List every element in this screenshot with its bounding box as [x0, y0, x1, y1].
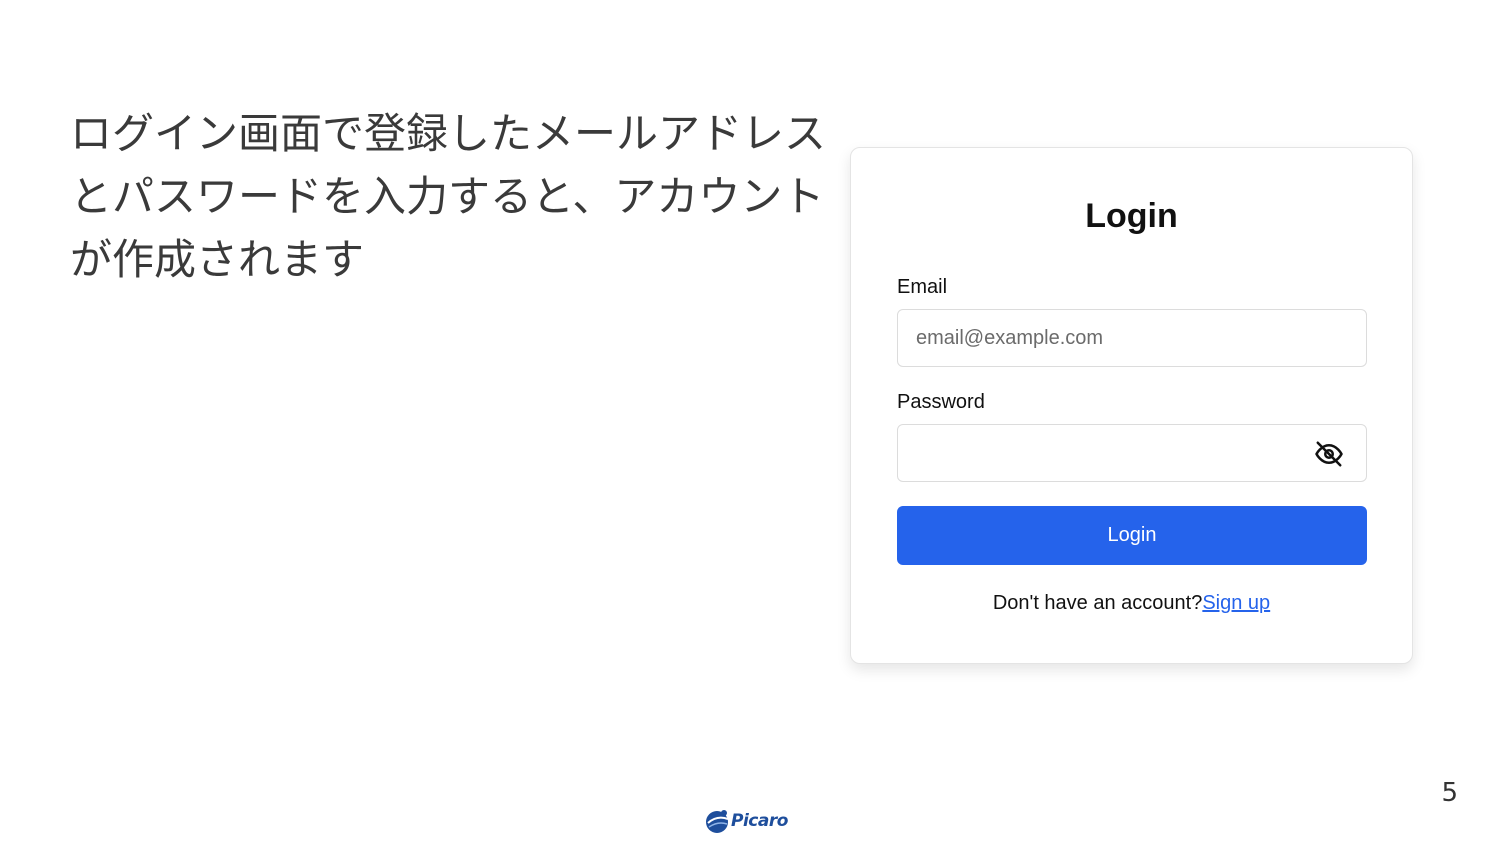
signup-link[interactable]: Sign up	[1202, 592, 1270, 614]
signup-row: Don't have an account?Sign up	[850, 590, 1413, 616]
signup-prompt: Don't have an account?	[992, 592, 1203, 614]
email-input[interactable]	[898, 310, 1366, 366]
globe-icon	[706, 810, 729, 833]
page-number: 5	[1441, 778, 1458, 808]
picaro-logo: Picaro	[704, 806, 799, 836]
slide-description: ログイン画面で登録したメールアドレスとパスワードを入力すると、アカウントが作成さ…	[70, 109, 827, 284]
login-title: Login	[1085, 197, 1178, 235]
eye-off-icon[interactable]	[1314, 439, 1344, 469]
email-label: Email	[897, 276, 948, 298]
logo-text: Picaro	[731, 811, 788, 831]
password-label: Password	[897, 391, 985, 413]
password-field-wrapper	[897, 424, 1367, 482]
login-button[interactable]: Login	[897, 506, 1367, 565]
password-input[interactable]	[898, 425, 1366, 481]
email-field-wrapper	[897, 309, 1367, 367]
